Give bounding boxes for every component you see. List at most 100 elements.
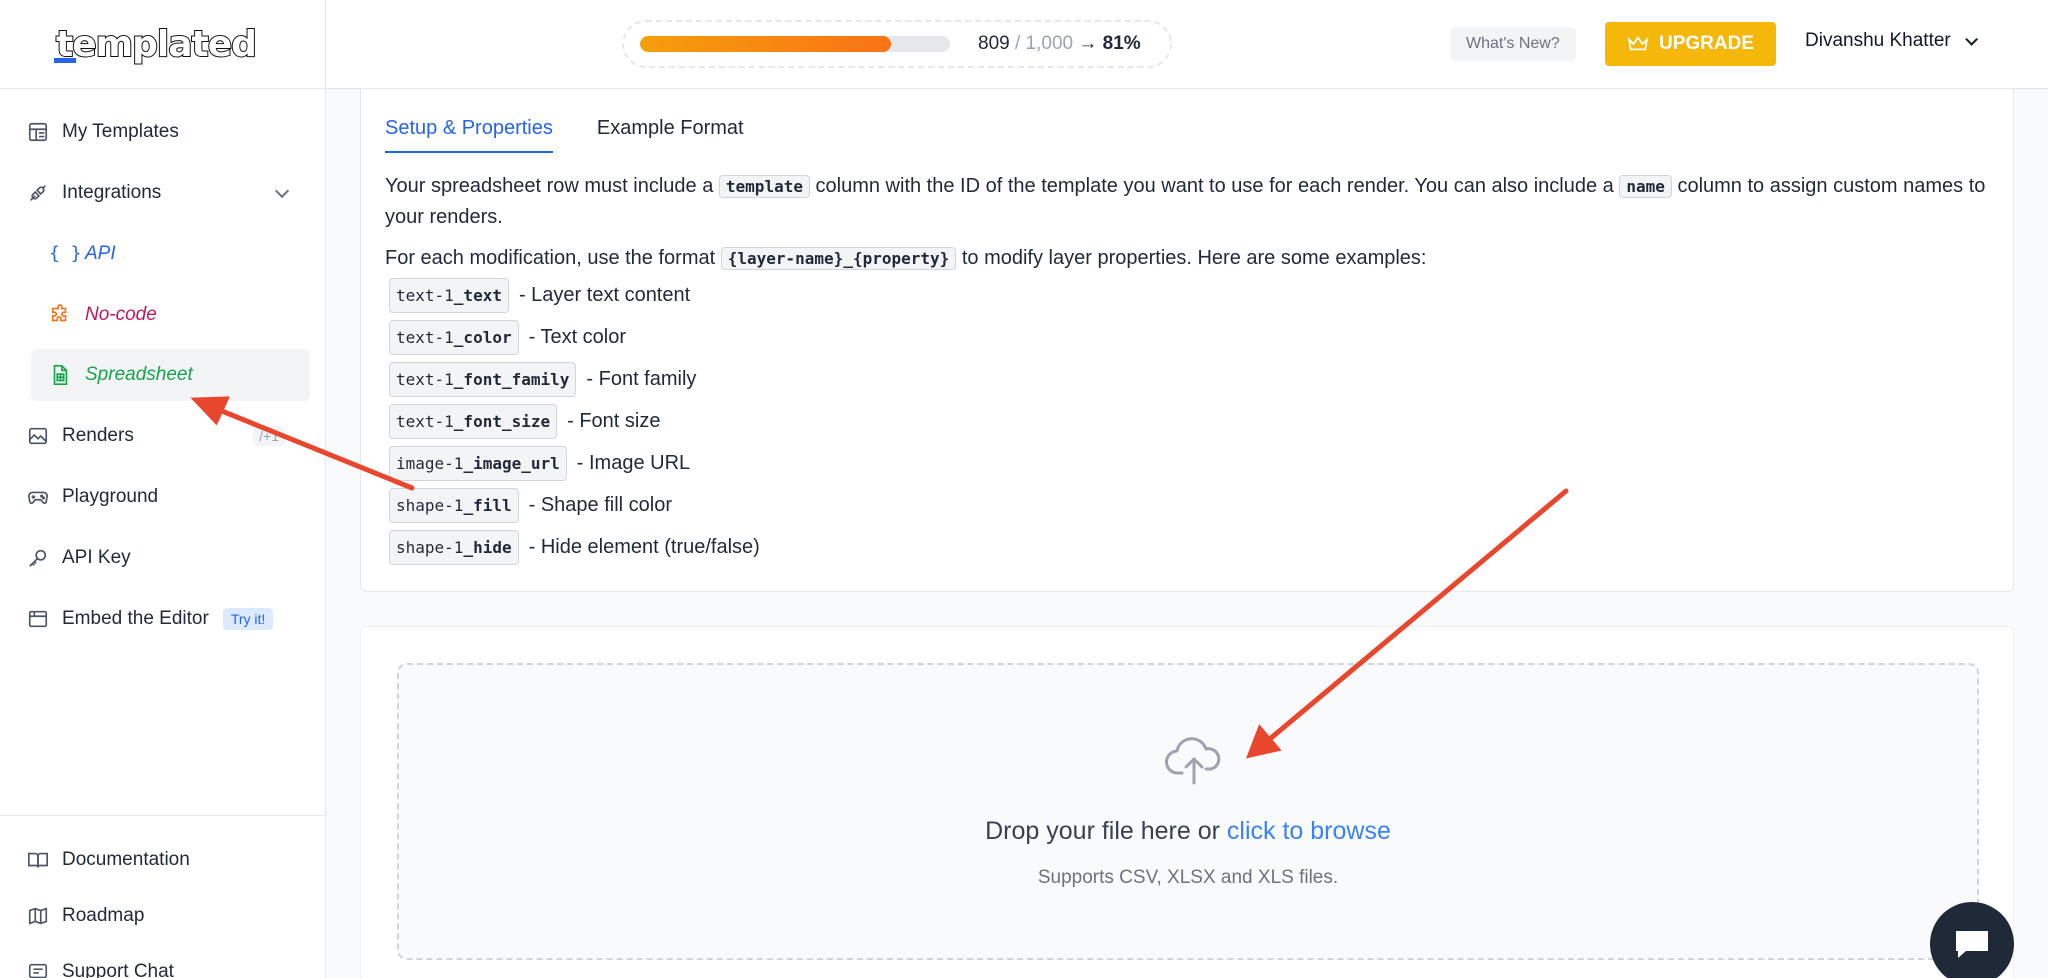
sheet-icon [53,365,68,385]
example-prefix: text-1 [396,411,454,431]
sidebar-item-label: API Key [62,546,131,568]
text: column with the ID of the template you w… [809,175,1620,197]
support-chat-button[interactable] [1930,902,2014,978]
code-name: name [1619,175,1672,198]
example-prop: _text [453,285,502,305]
text: Your spreadsheet row must include a [385,175,719,197]
text: to modify layer properties. Here are som… [956,247,1427,269]
sidebar-bottom-nav: Documentation Roadmap Support Chat [0,815,325,978]
usage-used: 809 [978,33,1010,54]
code-format: {layer-name}_{property} [720,247,957,270]
instructions-paragraph-1: Your spreadsheet row must include a temp… [385,171,1989,233]
example-prop: _hide [463,537,512,557]
sidebar-item-label: Support Chat [62,961,174,978]
usage-progress-fill [640,36,892,52]
sidebar: templated My Templates Integrations { } … [0,0,326,978]
example-desc: - Layer text content [518,283,691,306]
example-desc: - Hide element (true/false) [528,535,760,558]
example-prop: _font_family [453,369,570,389]
chevron-down-icon[interactable] [274,183,290,198]
spreadsheet-setup-card: Setup & Properties Example Format Your s… [360,89,2014,592]
sidebar-item-no-code[interactable]: No-code [0,284,325,345]
example-code: text-1_color [389,319,519,355]
chevron-down-icon [1965,32,1978,46]
try-it-badge: Try it! [222,607,274,630]
usage-text: 809 / 1,000 → 81% [978,33,1141,55]
user-name: Divanshu Khatter [1805,30,1951,51]
example-item: shape-1_hide - Hide element (true/false) [389,526,1989,568]
sidebar-item-embed-editor[interactable]: Embed the Editor Try it! [0,588,325,649]
sidebar-item-support-chat[interactable]: Support Chat [0,944,325,978]
example-prop: _image_url [463,453,560,473]
sidebar-item-roadmap[interactable]: Roadmap [0,888,325,944]
sidebar-nav: My Templates Integrations { } API No-cod… [0,89,325,649]
map-icon [28,907,48,925]
sidebar-item-label: Renders [62,424,134,446]
example-prefix: image-1 [396,453,464,473]
chat-bubble-icon [1956,931,1988,958]
sidebar-item-label: API [85,242,116,264]
crown-icon [1627,36,1649,51]
dropzone-subtitle: Supports CSV, XLSX and XLS files. [1037,867,1339,888]
example-item: text-1_color - Text color [389,316,1989,358]
example-code: text-1_text [389,277,509,313]
example-code: text-1_font_size [389,403,558,439]
user-menu[interactable]: Divanshu Khatter [1805,30,1978,52]
dropzone-title: Drop your file here or click to browse [399,817,1977,846]
sidebar-item-playground[interactable]: Playground [0,466,325,527]
text: For each modification, use the format [385,247,721,269]
example-prop: _color [453,327,512,347]
sidebar-item-label: Spreadsheet [85,364,193,385]
setup-instructions: Your spreadsheet row must include a temp… [385,171,1989,568]
example-desc: - Image URL [576,451,691,474]
example-desc: - Font size [567,409,661,432]
example-code: image-1_image_url [389,445,567,481]
dropzone-title-text: Drop your file here or [985,817,1227,845]
render-usage-meter: 809 / 1,000 → 81% [622,20,1172,68]
sidebar-item-renders[interactable]: Renders /+1 [0,405,325,466]
example-code: shape-1_hide [389,529,519,565]
braces-icon: { } [49,242,82,264]
chat-icon [28,963,48,978]
code-template: template [718,175,810,198]
example-desc: - Font family [586,367,697,390]
sidebar-item-documentation[interactable]: Documentation [0,832,325,888]
example-prefix: shape-1 [396,495,464,515]
image-icon [28,427,48,444]
logo-underscore [54,57,76,63]
whats-new-button[interactable]: What's New? [1450,27,1576,61]
example-item: image-1_image_url - Image URL [389,442,1989,484]
sidebar-item-label: Documentation [62,849,190,870]
usage-percent: 81% [1102,33,1141,54]
sidebar-item-integrations[interactable]: Integrations [0,162,325,223]
example-item: shape-1_fill - Shape fill color [389,484,1989,526]
usage-total: / 1,000 [1009,33,1074,54]
cloud-upload-icon [1165,737,1221,785]
example-item: text-1_text - Layer text content [389,274,1989,316]
upload-card: Drop your file here or click to browse S… [360,626,2014,978]
file-dropzone[interactable]: Drop your file here or click to browse S… [397,663,1979,960]
sidebar-item-spreadsheet[interactable]: Spreadsheet [31,349,310,401]
example-prop: _fill [463,495,512,515]
window-icon [28,610,48,627]
upgrade-label: UPGRADE [1658,33,1754,54]
upgrade-button[interactable]: UPGRADE [1605,22,1776,66]
tab-setup-properties[interactable]: Setup & Properties [385,117,553,153]
example-prefix: shape-1 [396,537,464,557]
example-code: text-1_font_family [389,361,577,397]
sidebar-item-label: No-code [85,303,157,325]
example-code: shape-1_fill [389,487,519,523]
sidebar-item-my-templates[interactable]: My Templates [0,101,325,162]
sidebar-item-api-key[interactable]: API Key [0,527,325,588]
browse-link[interactable]: click to browse [1227,817,1391,845]
sidebar-item-label: Roadmap [62,905,145,926]
templated-logo[interactable]: templated [54,23,258,66]
example-item: text-1_font_size - Font size [389,400,1989,442]
sidebar-item-api[interactable]: { } API [0,223,325,284]
arrow-right-icon: → [1078,33,1098,54]
layout-icon [28,122,48,141]
tab-example-format[interactable]: Example Format [597,117,744,153]
example-prop: _font_size [453,411,551,431]
tab-bar: Setup & Properties Example Format [385,117,744,153]
key-icon [29,549,47,567]
